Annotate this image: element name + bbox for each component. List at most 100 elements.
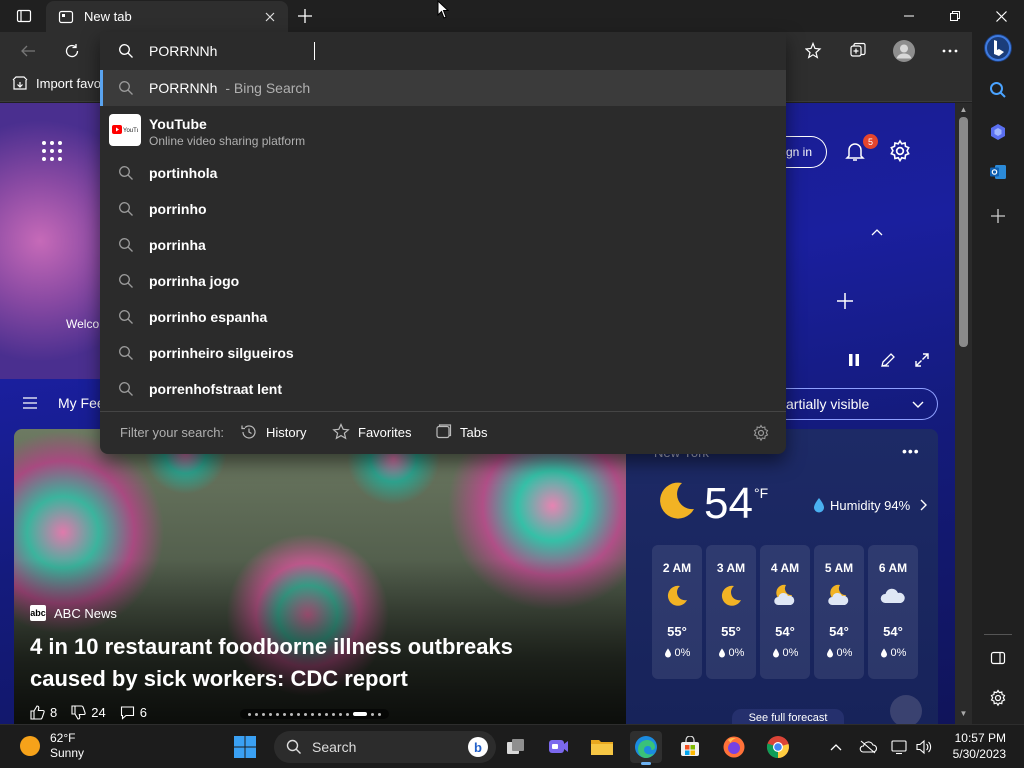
dislike-button[interactable]: 24	[71, 705, 106, 720]
pager-dot[interactable]	[248, 712, 251, 716]
add-shortcut-icon[interactable]	[835, 291, 855, 311]
edge-taskbar-button[interactable]	[630, 731, 662, 765]
content-visibility-select[interactable]: artially visible	[776, 388, 938, 420]
suggestion-item[interactable]: porrinheiro silgueiros	[100, 335, 786, 371]
suggestion-item[interactable]: porrinha	[100, 227, 786, 263]
firefox-button[interactable]	[718, 731, 750, 763]
show-hidden-icons-button[interactable]	[826, 737, 846, 757]
suggestion-bing-search[interactable]: PORRNNh - Bing Search	[100, 70, 786, 106]
pager-dot[interactable]	[346, 712, 349, 716]
collections-button[interactable]	[842, 36, 874, 66]
filter-tabs-button[interactable]: Tabs	[434, 423, 487, 441]
tab-new-tab[interactable]: New tab	[46, 1, 288, 32]
pager-dot[interactable]	[276, 712, 279, 716]
taskbar-weather-widget[interactable]: 62°F Sunny	[20, 731, 84, 761]
news-headline[interactable]: 4 in 10 restaurant foodborne illness out…	[30, 631, 590, 695]
scroll-down-arrow[interactable]: ▼	[958, 709, 969, 719]
pager-dot[interactable]	[283, 712, 286, 716]
weather-more-button[interactable]: •••	[902, 443, 920, 459]
scroll-up-arrow[interactable]: ▲	[958, 105, 969, 115]
hourly-forecast-item[interactable]: 4 AM 54° 0%	[760, 545, 810, 679]
pager-dot[interactable]	[290, 712, 293, 716]
filter-history-button[interactable]: History	[240, 423, 306, 441]
sidebar-search-button[interactable]	[982, 74, 1014, 106]
hourly-forecast-item[interactable]: 3 AM 55° 0%	[706, 545, 756, 679]
suggestion-item[interactable]: portinhola	[100, 155, 786, 191]
chevron-up-icon[interactable]	[870, 227, 884, 237]
pager-dot[interactable]	[255, 712, 258, 716]
scroll-thumb[interactable]	[959, 117, 968, 347]
volume-tray-button[interactable]	[914, 737, 934, 757]
close-window-button[interactable]	[978, 0, 1024, 32]
pager-dot[interactable]	[332, 712, 335, 716]
task-view-button[interactable]	[500, 731, 532, 763]
file-explorer-button[interactable]	[586, 731, 618, 763]
edit-background-icon[interactable]	[880, 352, 896, 368]
pager-dot[interactable]	[311, 712, 314, 716]
pager-dot[interactable]	[378, 712, 381, 716]
pager-dot[interactable]	[318, 712, 321, 716]
pager-dot[interactable]	[339, 712, 342, 716]
taskbar-clock[interactable]: 10:57 PM 5/30/2023	[946, 730, 1006, 762]
chrome-button[interactable]	[762, 731, 794, 763]
pager-dot[interactable]	[262, 712, 265, 716]
taskbar-search-box[interactable]: Search b	[274, 731, 496, 763]
restore-button[interactable]	[932, 0, 978, 32]
pager-dot[interactable]	[325, 712, 328, 716]
news-card[interactable]: abc ABC News 4 in 10 restaurant foodborn…	[14, 429, 626, 724]
sidebar-add-button[interactable]	[982, 200, 1014, 232]
suggestion-youtube[interactable]: YouTube YouTube Online video sharing pla…	[100, 108, 786, 152]
sidebar-copilot-button[interactable]	[982, 116, 1014, 148]
pager-dot[interactable]	[269, 712, 272, 716]
hide-sidebar-button[interactable]	[982, 642, 1014, 674]
import-favorites-button[interactable]: Import favo	[12, 75, 101, 91]
see-full-forecast-button[interactable]: See full forecast	[732, 709, 844, 724]
my-feed-tab[interactable]: My Fee	[58, 395, 105, 411]
temperature-unit[interactable]: °F	[754, 485, 768, 501]
hourly-forecast-item[interactable]: 2 AM 55° 0%	[652, 545, 702, 679]
pager-dot[interactable]	[304, 712, 307, 716]
address-input[interactable]	[149, 40, 749, 62]
humidity-link[interactable]: Humidity 94%	[812, 497, 928, 513]
back-button[interactable]	[12, 36, 44, 66]
add-favorite-button[interactable]	[798, 36, 830, 66]
carousel-pager[interactable]	[240, 709, 389, 719]
suggestion-item[interactable]: porrenhofstraat lent	[100, 371, 786, 407]
teams-chat-button[interactable]	[542, 731, 574, 763]
expand-icon[interactable]	[914, 352, 930, 368]
tab-actions-button[interactable]	[8, 4, 40, 28]
pager-dot[interactable]	[371, 712, 374, 716]
suggestion-item[interactable]: porrinho	[100, 191, 786, 227]
weather-card[interactable]: New York ••• 54 °F Humidity 94% 2 AM55°0…	[626, 429, 938, 724]
suggestion-item[interactable]: porrinho espanha	[100, 299, 786, 335]
bing-chat-button[interactable]	[982, 32, 1014, 64]
sidebar-outlook-button[interactable]	[982, 156, 1014, 188]
start-button[interactable]	[229, 731, 261, 763]
pager-dot-active[interactable]	[353, 712, 367, 716]
hamburger-menu-icon[interactable]	[22, 396, 38, 410]
weather-avatar[interactable]	[890, 695, 922, 724]
hourly-forecast-item[interactable]: 6 AM 54° 0%	[868, 545, 918, 679]
refresh-button[interactable]	[56, 36, 88, 66]
like-button[interactable]: 8	[30, 705, 57, 720]
pager-dot[interactable]	[297, 712, 300, 716]
network-tray-button[interactable]	[890, 737, 910, 757]
new-tab-button[interactable]	[292, 4, 318, 28]
gear-icon[interactable]	[752, 424, 770, 442]
welcome-label[interactable]: Welco	[66, 317, 99, 331]
minimize-button[interactable]	[886, 0, 932, 32]
gear-icon[interactable]	[888, 139, 912, 163]
settings-more-button[interactable]	[934, 36, 966, 66]
comment-button[interactable]: 6	[120, 705, 147, 720]
filter-favorites-button[interactable]: Favorites	[332, 423, 411, 441]
sidebar-settings-button[interactable]	[982, 682, 1014, 714]
address-bar[interactable]	[100, 32, 786, 70]
microsoft-store-button[interactable]	[674, 731, 706, 763]
hourly-forecast-item[interactable]: 5 AM 54° 0%	[814, 545, 864, 679]
pause-icon[interactable]	[846, 352, 862, 368]
app-launcher-icon[interactable]	[40, 139, 64, 163]
page-scrollbar[interactable]: ▲ ▼	[955, 103, 972, 724]
onedrive-tray-button[interactable]	[858, 737, 878, 757]
profile-button[interactable]	[888, 36, 920, 66]
suggestion-item[interactable]: porrinha jogo	[100, 263, 786, 299]
